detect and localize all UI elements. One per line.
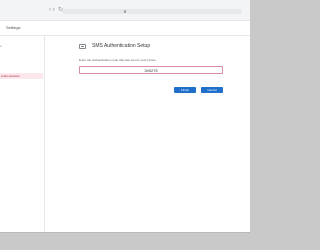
address-bar[interactable] bbox=[62, 9, 242, 14]
cancel-button[interactable]: Cancel bbox=[201, 87, 223, 93]
sidebar-heading: s bbox=[0, 44, 2, 48]
sidebar-item-label: Authentication bbox=[1, 74, 21, 78]
sidebar: s Authentication bbox=[0, 36, 45, 232]
panel-title: SMS Authentication Setup bbox=[92, 43, 151, 49]
back-forward-icon[interactable]: ‹ › bbox=[49, 7, 55, 13]
browser-toolbar: ‹ › ↻ bbox=[0, 0, 250, 21]
authentication-code-input[interactable] bbox=[79, 66, 223, 74]
sidebar-item-authentication[interactable]: Authentication bbox=[0, 73, 43, 79]
app-header: Settings bbox=[0, 21, 250, 36]
page-title: Settings bbox=[6, 25, 21, 30]
sms-message-icon bbox=[79, 44, 86, 49]
finish-button[interactable]: Finish bbox=[174, 87, 196, 93]
browser-window: ‹ › ↻ Settings s Authentication SMS Auth… bbox=[0, 0, 250, 233]
instructions-text: Enter the authentication code that was s… bbox=[79, 58, 157, 62]
lock-icon bbox=[124, 10, 126, 13]
